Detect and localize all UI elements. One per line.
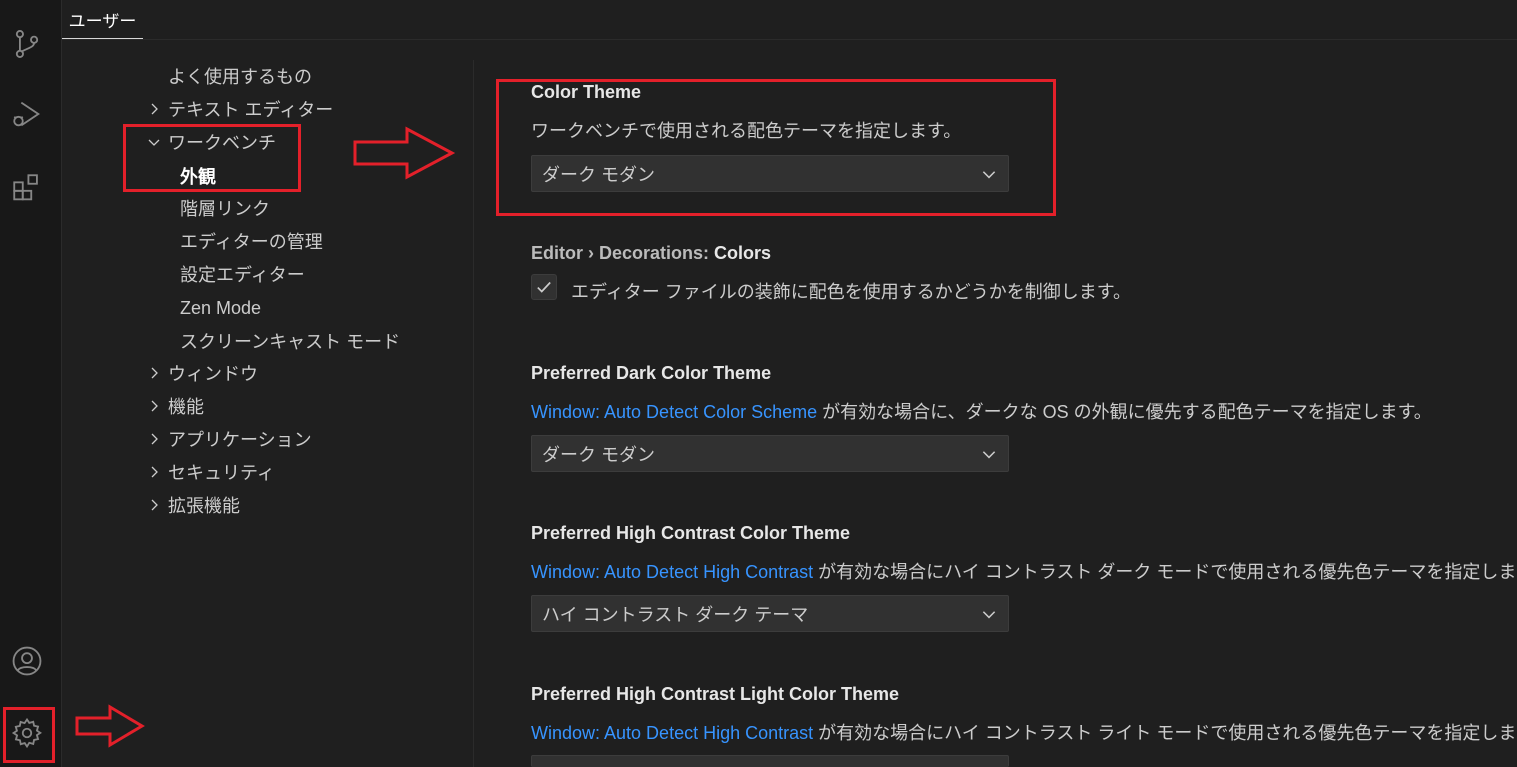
toc-item-label: テキスト エディター [168, 100, 334, 120]
run-debug-icon[interactable] [0, 90, 54, 138]
setting-desc-text: が有効な場合にハイ コントラスト ダーク モードで使用される優先色テーマを指定し… [813, 562, 1517, 582]
chevron-right-icon [151, 367, 158, 379]
chevron-down-icon [982, 611, 996, 619]
setting-category: Editor › Decorations: [531, 243, 715, 263]
source-control-icon[interactable] [0, 20, 54, 68]
chevron-right-icon [151, 466, 158, 478]
account-icon[interactable] [0, 637, 54, 685]
preferred-dark-theme-value: ダーク モダン [542, 444, 656, 465]
toc-item-label: 機能 [168, 397, 204, 417]
toc-item-label: Zen Mode [180, 297, 262, 318]
toc-splitter[interactable] [473, 60, 474, 767]
toc-item-security[interactable]: セキュリティ [146, 457, 275, 487]
setting-title-decorations-colors: Editor › Decorations: Colors [531, 243, 771, 264]
toc-item-label: スクリーンキャスト モード [180, 332, 401, 352]
toc-item-zen-mode[interactable]: Zen Mode [180, 293, 261, 323]
annotation-box-color-theme [496, 79, 1056, 216]
toc-item-application[interactable]: アプリケーション [146, 424, 312, 454]
activity-bar [0, 0, 62, 767]
chevron-right-icon [151, 499, 158, 511]
chevron-down-icon [982, 451, 996, 459]
chevron-right-icon [151, 433, 158, 445]
annotation-box-workbench [123, 124, 301, 192]
setting-desc-text: が有効な場合にハイ コントラスト ライト モードで使用される優先色テーマを指定し… [813, 723, 1517, 743]
preferred-hc-theme-select[interactable]: ハイ コントラスト ダーク テーマ [531, 595, 1009, 632]
toc-item-label: 階層リンク [180, 199, 270, 219]
toc-item-breadcrumbs[interactable]: 階層リンク [180, 193, 270, 223]
toc-item-label: 拡張機能 [168, 496, 240, 516]
toc-item-label: 設定エディター [180, 265, 305, 285]
toc-item-label: よく使用するもの [168, 67, 312, 87]
setting-title-preferred-hc: Preferred High Contrast Color Theme [531, 523, 851, 543]
toc-item-extensions[interactable]: 拡張機能 [146, 490, 240, 520]
preferred-dark-theme-select[interactable]: ダーク モダン [531, 435, 1009, 472]
toc-item-text-editor[interactable]: テキスト エディター [146, 94, 333, 124]
setting-desc-preferred-hc: Window: Auto Detect High Contrast が有効な場合… [531, 558, 1517, 584]
toc-item-screencast-mode[interactable]: スクリーンキャスト モード [180, 326, 400, 356]
toc-item-features[interactable]: 機能 [146, 391, 204, 421]
annotation-arrow-icon [353, 126, 456, 180]
decorations-colors-checkbox[interactable] [531, 274, 557, 300]
annotation-box-gear [3, 707, 55, 763]
preferred-hc-theme-value: ハイ コントラスト ダーク テーマ [542, 604, 809, 625]
link-auto-detect-high-contrast[interactable]: Window: Auto Detect High Contrast [531, 562, 813, 582]
toc-item-label: アプリケーション [168, 430, 312, 450]
toc-item-settings-editor[interactable]: 設定エディター [180, 259, 305, 289]
preferred-hc-light-theme-select[interactable] [531, 755, 1009, 767]
annotation-arrow-icon [75, 704, 145, 748]
chevron-right-icon [151, 400, 158, 412]
tab-user[interactable]: ユーザー [62, 0, 143, 39]
toc-item-editor-management[interactable]: エディターの管理 [180, 226, 323, 256]
setting-title-preferred-dark: Preferred Dark Color Theme [531, 363, 772, 383]
extensions-icon[interactable] [0, 164, 54, 212]
settings-tab-bar [62, 0, 1517, 40]
toc-item-window[interactable]: ウィンドウ [146, 358, 258, 388]
chevron-right-icon [151, 103, 158, 115]
toc-item-label: ウィンドウ [168, 364, 258, 384]
tab-user-label: ユーザー [68, 11, 137, 31]
setting-desc-preferred-dark: Window: Auto Detect Color Scheme が有効な場合に… [531, 398, 1432, 424]
setting-desc-decorations-colors: エディター ファイルの装飾に配色を使用するかどうかを制御します。 [571, 282, 1131, 302]
setting-name: Colors [714, 243, 772, 263]
toc-item-label: セキュリティ [168, 463, 275, 483]
toc-item-label: エディターの管理 [180, 232, 323, 252]
check-icon [537, 281, 551, 293]
toc-item-commonly-used[interactable]: よく使用するもの [168, 61, 312, 91]
link-auto-detect-color-scheme[interactable]: Window: Auto Detect Color Scheme [531, 402, 817, 422]
setting-desc-text: が有効な場合に、ダークな OS の外観に優先する配色テーマを指定します。 [817, 402, 1432, 422]
setting-desc-preferred-hc-light: Window: Auto Detect High Contrast が有効な場合… [531, 719, 1517, 745]
link-auto-detect-high-contrast[interactable]: Window: Auto Detect High Contrast [531, 723, 813, 743]
setting-title-preferred-hc-light: Preferred High Contrast Light Color Them… [531, 684, 900, 704]
